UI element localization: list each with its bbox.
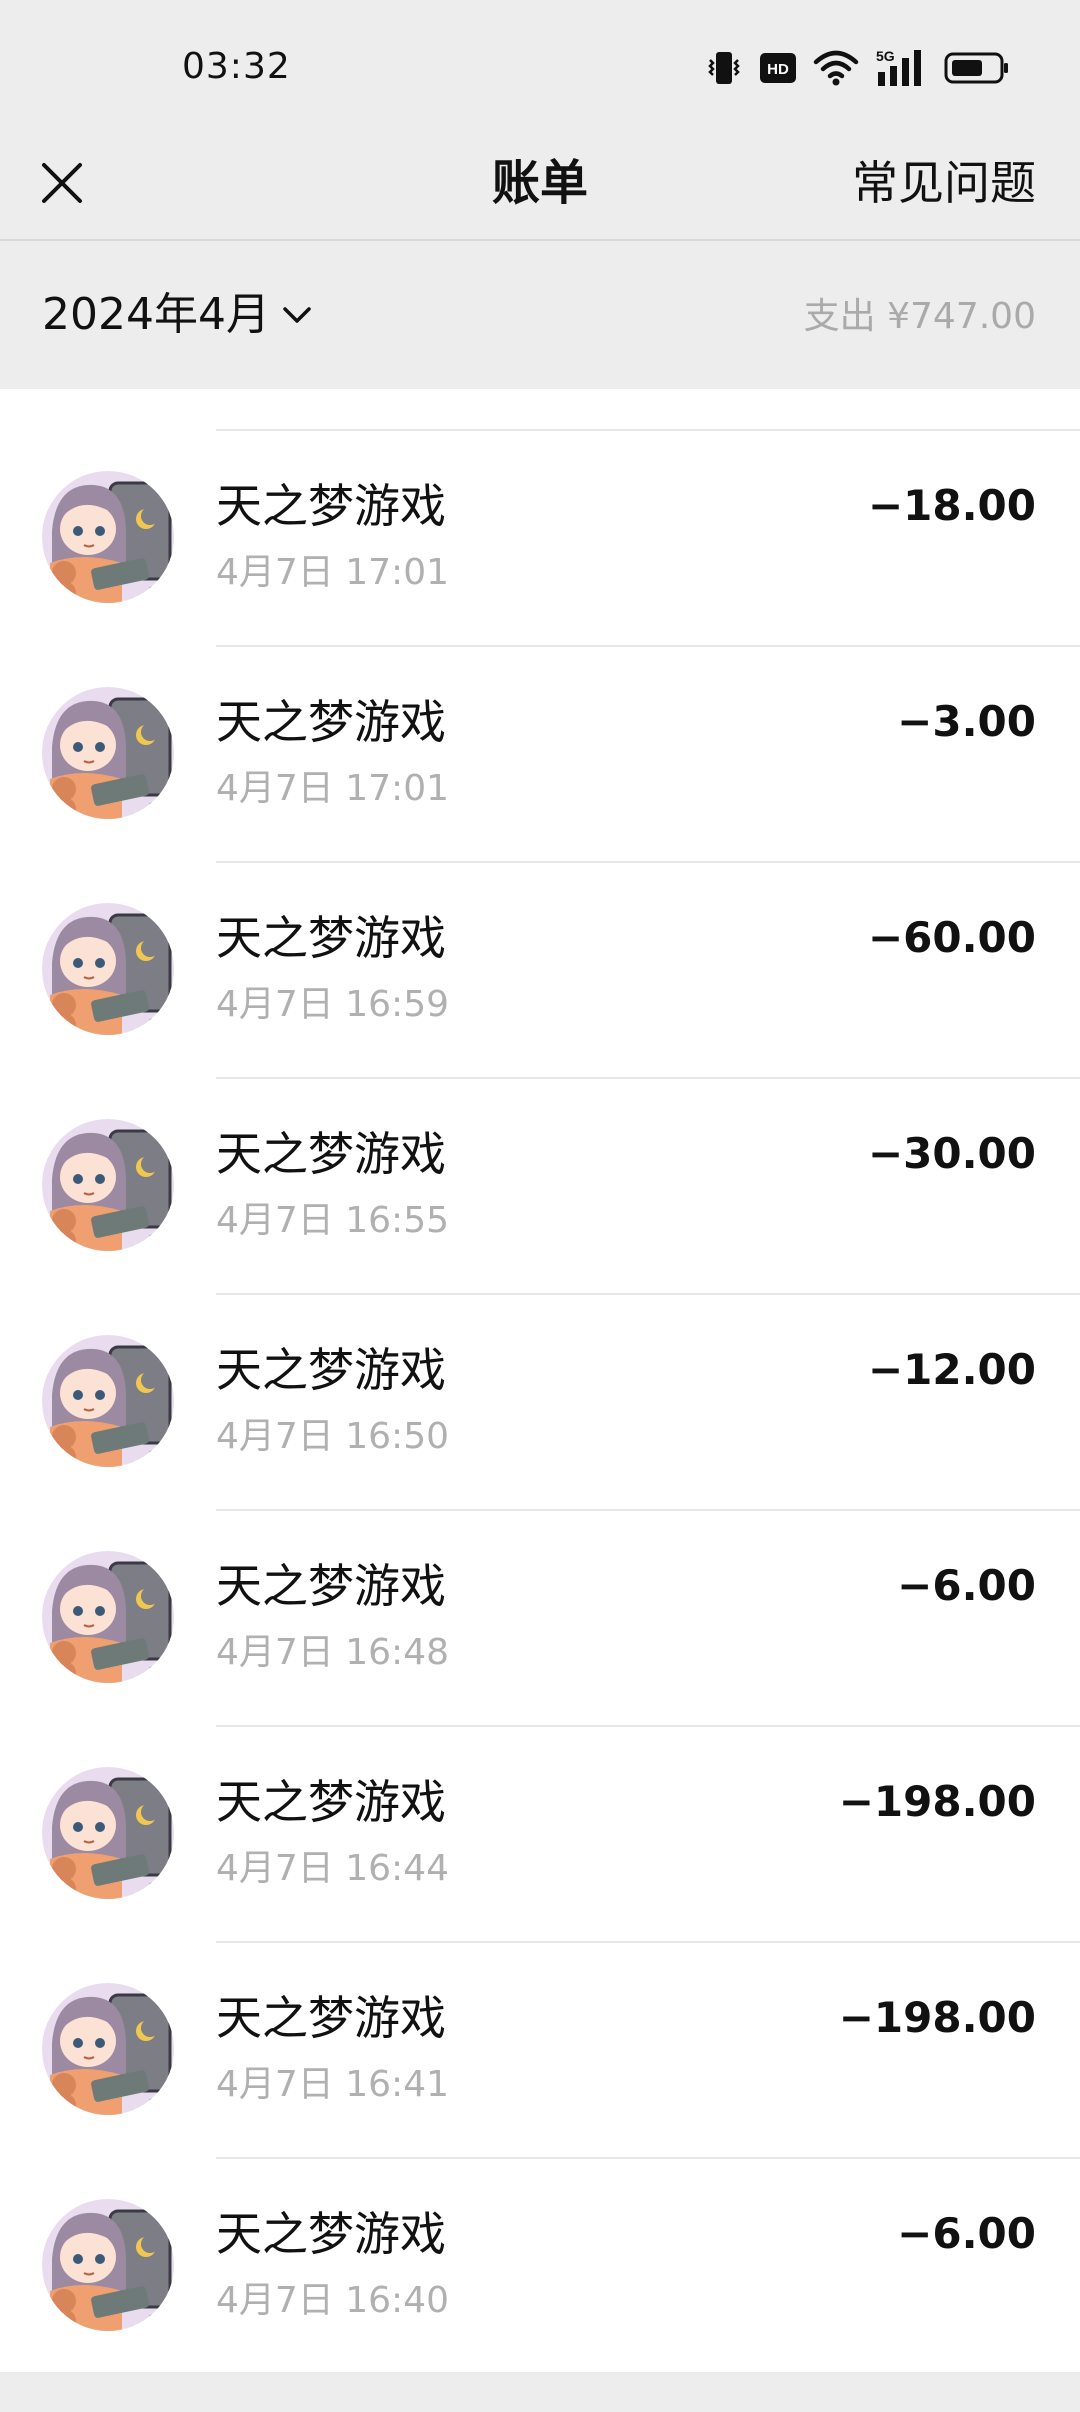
hd-icon: HD: [760, 53, 796, 83]
transaction-row[interactable]: 天之梦游戏 4月7日 16:44 −198.00: [0, 1727, 1080, 1943]
merchant-name: 天之梦游戏: [216, 695, 446, 749]
anime-girl-avatar-icon: [42, 903, 174, 1035]
anime-girl-avatar-icon: [42, 1119, 174, 1251]
merchant-avatar: [42, 2199, 174, 2331]
transaction-time: 4月7日 16:55: [216, 1200, 449, 1241]
transaction-time: 4月7日 16:48: [216, 1632, 449, 1673]
merchant-avatar: [42, 1119, 174, 1251]
merchant-name: 天之梦游戏: [216, 1775, 446, 1829]
transaction-row[interactable]: 天之梦游戏 4月7日 16:50 −12.00: [0, 1295, 1080, 1511]
anime-girl-avatar-icon: [42, 687, 174, 819]
transaction-row[interactable]: 天之梦游戏 4月7日 17:01 −18.00: [0, 431, 1080, 647]
merchant-avatar: [42, 1983, 174, 2115]
nav-bar: 账单 常见问题: [0, 125, 1080, 240]
transaction-amount: −12.00: [867, 1345, 1036, 1394]
transaction-amount: −3.00: [897, 697, 1036, 746]
merchant-avatar: [42, 471, 174, 603]
transaction-row[interactable]: 天之梦游戏 4月7日 17:01 −3.00: [0, 647, 1080, 863]
transaction-time: 4月7日 17:01: [216, 768, 449, 809]
transaction-amount: −60.00: [867, 913, 1036, 962]
month-picker[interactable]: 2024年4月: [42, 283, 314, 347]
transaction-row[interactable]: 天之梦游戏 4月7日 16:40 −6.00: [0, 2159, 1080, 2375]
merchant-name: 天之梦游戏: [216, 2207, 446, 2261]
merchant-name: 天之梦游戏: [216, 1559, 446, 1613]
faq-link[interactable]: 常见问题: [852, 151, 1036, 215]
merchant-avatar: [42, 687, 174, 819]
network-label: 5G: [876, 48, 895, 64]
transaction-amount: −6.00: [897, 1561, 1036, 1610]
transaction-row[interactable]: 天之梦游戏 4月7日 16:55 −30.00: [0, 1079, 1080, 1295]
chevron-down-icon: [283, 307, 311, 323]
wifi-icon: [813, 50, 859, 86]
transaction-amount: −6.00: [897, 2209, 1036, 2258]
close-button[interactable]: [30, 151, 94, 215]
status-icons: HD 5G: [704, 46, 1010, 90]
anime-girl-avatar-icon: [42, 2199, 174, 2331]
close-icon: [42, 163, 82, 203]
transaction-time: 4月7日 16:50: [216, 1416, 449, 1457]
anime-girl-avatar-icon: [42, 471, 174, 603]
transaction-time: 4月7日 16:40: [216, 2280, 449, 2321]
transaction-row[interactable]: 天之梦游戏 4月7日 16:59 −60.00: [0, 863, 1080, 1079]
status-time: 03:32: [182, 46, 291, 87]
status-bar: 03:32 HD 5G: [0, 0, 1080, 125]
signal-5g-icon: 5G: [876, 48, 921, 86]
merchant-name: 天之梦游戏: [216, 1343, 446, 1397]
anime-girl-avatar-icon: [42, 1983, 174, 2115]
bottom-strip: [0, 2372, 1080, 2412]
merchant-name: 天之梦游戏: [216, 479, 446, 533]
transaction-time: 4月7日 17:01: [216, 552, 449, 593]
transaction-row[interactable]: 天之梦游戏 4月7日 16:48 −6.00: [0, 1511, 1080, 1727]
bill-page: 03:32 HD 5G 账单 常见问题 2024年4月 支出 ¥747.00 天…: [0, 0, 1080, 2412]
merchant-avatar: [42, 1551, 174, 1683]
transaction-amount: −198.00: [838, 1777, 1036, 1826]
merchant-name: 天之梦游戏: [216, 1127, 446, 1181]
expense-summary: 支出 ¥747.00: [803, 296, 1036, 337]
vibrate-icon: [708, 52, 740, 84]
merchant-name: 天之梦游戏: [216, 911, 446, 965]
anime-girl-avatar-icon: [42, 1551, 174, 1683]
anime-girl-avatar-icon: [42, 1767, 174, 1899]
merchant-avatar: [42, 1767, 174, 1899]
transaction-amount: −30.00: [867, 1129, 1036, 1178]
month-bar: 2024年4月 支出 ¥747.00: [0, 241, 1080, 389]
transaction-time: 4月7日 16:59: [216, 984, 449, 1025]
transaction-amount: −198.00: [838, 1993, 1036, 2042]
transaction-list: 天之梦游戏 4月7日 17:01 −18.00 天之梦游戏 4月7日 17:01…: [0, 389, 1080, 2372]
transaction-time: 4月7日 16:41: [216, 2064, 449, 2105]
month-label: 2024年4月: [42, 289, 270, 340]
hd-label: HD: [767, 61, 789, 78]
transaction-amount: −18.00: [867, 481, 1036, 530]
battery-icon: [944, 52, 1008, 84]
transaction-row[interactable]: 天之梦游戏 4月7日 16:41 −198.00: [0, 1943, 1080, 2159]
anime-girl-avatar-icon: [42, 1335, 174, 1467]
merchant-avatar: [42, 903, 174, 1035]
transaction-time: 4月7日 16:44: [216, 1848, 449, 1889]
merchant-avatar: [42, 1335, 174, 1467]
merchant-name: 天之梦游戏: [216, 1991, 446, 2045]
